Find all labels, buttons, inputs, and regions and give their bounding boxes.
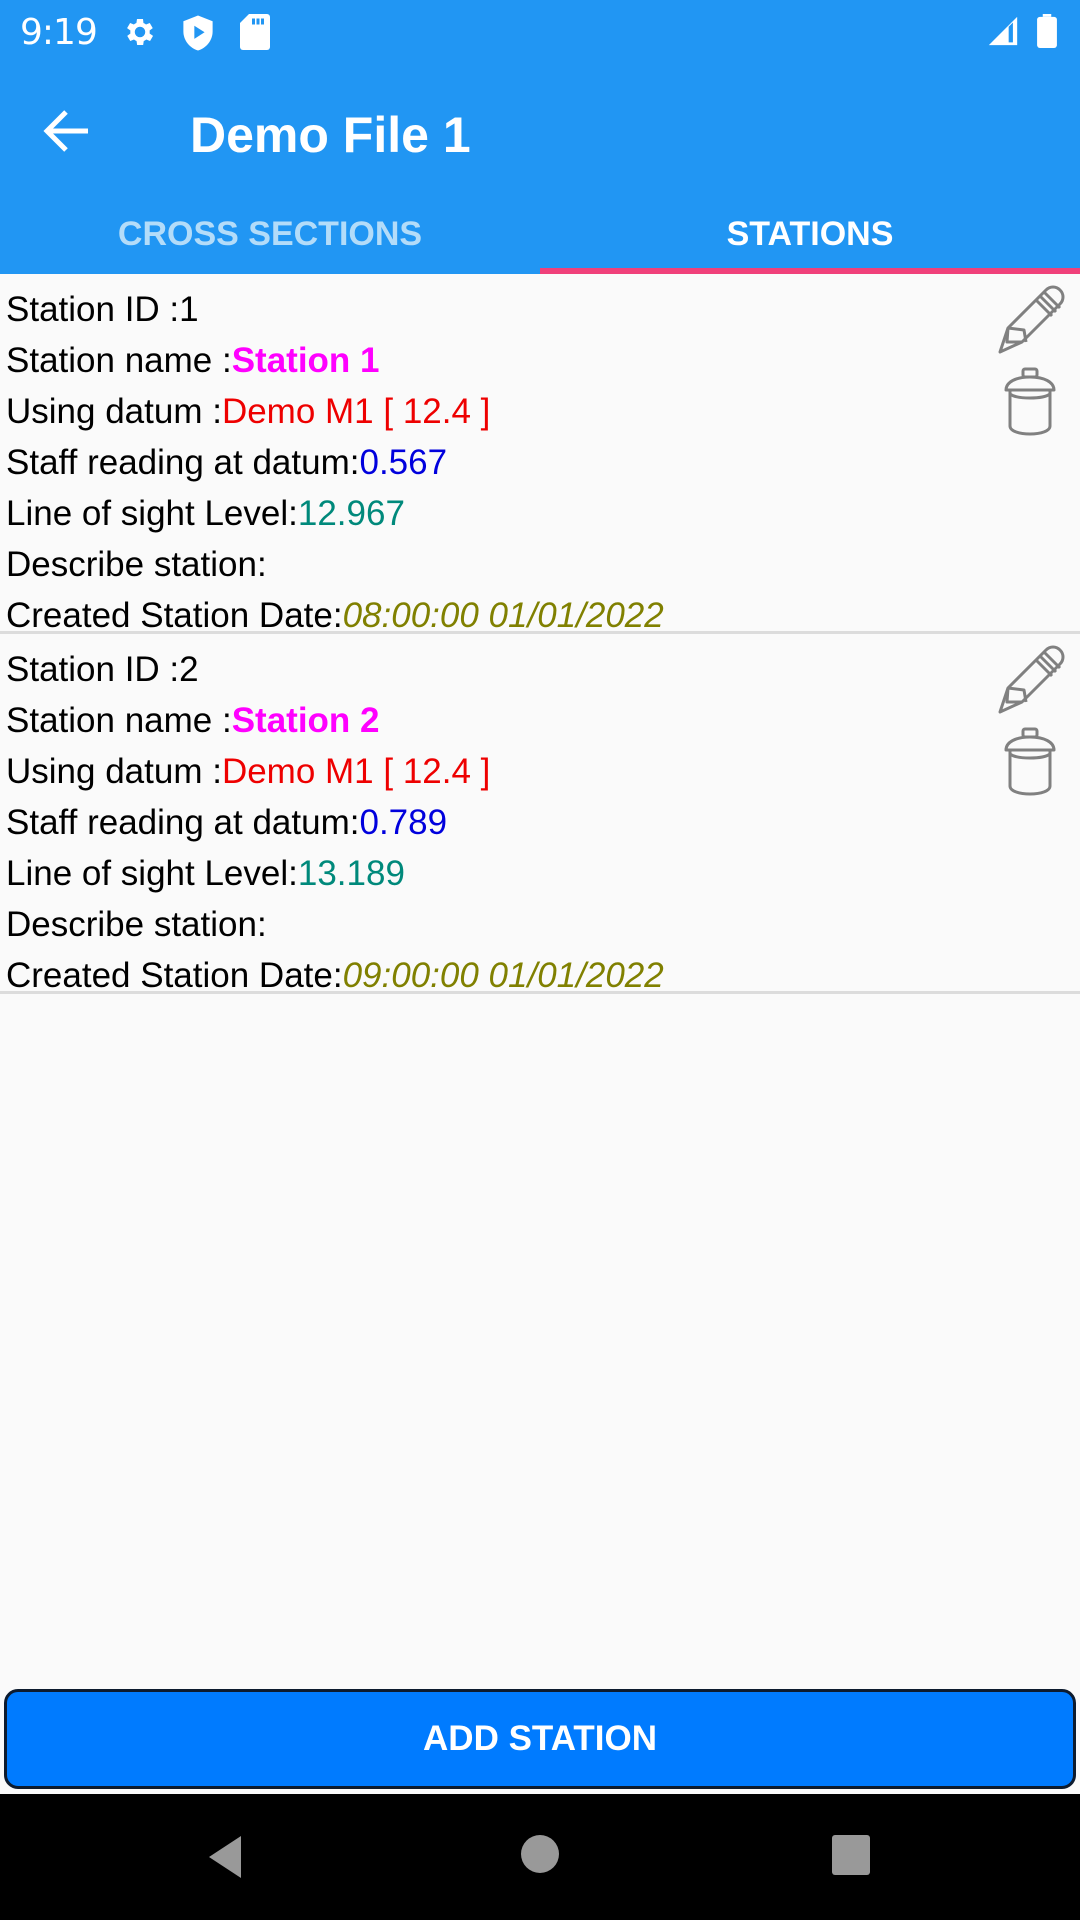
station-name-row: Station name :Station 2 <box>0 695 1080 746</box>
station-id-label: Station ID : <box>6 290 180 329</box>
tab-stations[interactable]: STATIONS <box>540 204 1080 274</box>
line-of-sight-row: Line of sight Level:12.967 <box>0 488 1080 539</box>
datum-value: Demo M1 [ 12.4 ] <box>221 392 491 431</box>
station-name-value: Station 2 <box>231 701 380 740</box>
station-name-label: Station name : <box>6 701 232 740</box>
staff-reading-value: 0.789 <box>359 803 448 842</box>
nav-back-icon[interactable] <box>205 1834 245 1880</box>
battery-icon <box>1037 14 1057 48</box>
status-bar: 9:19 <box>0 0 1080 64</box>
shield-play-icon <box>183 15 213 51</box>
datum-label: Using datum : <box>6 752 222 791</box>
edit-station-button[interactable] <box>994 282 1070 358</box>
station-card: Station ID :2 Station name :Station 2 Us… <box>0 634 1080 995</box>
station-id-label: Station ID : <box>6 650 180 689</box>
station-name-value: Station 1 <box>231 341 380 380</box>
line-of-sight-row: Line of sight Level:13.189 <box>0 848 1080 899</box>
line-of-sight-value: 12.967 <box>297 494 405 533</box>
staff-reading-value: 0.567 <box>359 443 448 482</box>
station-card: Station ID :1 Station name :Station 1 Us… <box>0 274 1080 635</box>
page-title: Demo File 1 <box>190 107 471 163</box>
datum-value: Demo M1 [ 12.4 ] <box>221 752 491 791</box>
trash-icon <box>1004 367 1056 436</box>
station-id-row: Station ID :2 <box>0 644 1080 695</box>
station-name-label: Station name : <box>6 341 232 380</box>
add-station-button[interactable]: ADD STATION <box>4 1689 1076 1789</box>
nav-recents-icon[interactable] <box>831 1834 871 1876</box>
delete-station-button[interactable] <box>1002 366 1058 436</box>
created-date-label: Created Station Date: <box>6 596 343 635</box>
describe-row: Describe station: <box>0 899 1080 950</box>
trash-icon <box>1004 727 1056 796</box>
signal-icon <box>988 16 1018 46</box>
station-list: Station ID :1 Station name :Station 1 Us… <box>0 274 1080 995</box>
created-date-value: 08:00:00 01/01/2022 <box>342 596 664 635</box>
sd-card-icon <box>240 14 270 50</box>
delete-station-button[interactable] <box>1002 726 1058 796</box>
staff-reading-label: Staff reading at datum: <box>6 443 360 482</box>
line-of-sight-value: 13.189 <box>297 854 405 893</box>
line-of-sight-label: Line of sight Level: <box>6 494 298 533</box>
describe-row: Describe station: <box>0 539 1080 590</box>
station-id-value: 2 <box>179 650 199 689</box>
edit-station-button[interactable] <box>994 642 1070 718</box>
datum-row: Using datum :Demo M1 [ 12.4 ] <box>0 386 1080 437</box>
staff-reading-row: Staff reading at datum:0.567 <box>0 437 1080 488</box>
status-time: 9:19 <box>20 12 98 53</box>
line-of-sight-label: Line of sight Level: <box>6 854 298 893</box>
station-id-row: Station ID :1 <box>0 284 1080 335</box>
nav-home-icon[interactable] <box>520 1834 560 1874</box>
gear-icon <box>127 18 154 46</box>
pencil-icon <box>998 285 1065 354</box>
app-bar: Demo File 1 CROSS SECTIONS STATIONS <box>0 64 1080 274</box>
created-date-value: 09:00:00 01/01/2022 <box>342 956 664 995</box>
describe-label: Describe station: <box>6 905 267 944</box>
back-button[interactable] <box>42 108 102 158</box>
created-date-label: Created Station Date: <box>6 956 343 995</box>
staff-reading-label: Staff reading at datum: <box>6 803 360 842</box>
tab-bar: CROSS SECTIONS STATIONS <box>0 204 1080 274</box>
staff-reading-row: Staff reading at datum:0.789 <box>0 797 1080 848</box>
system-nav-bar <box>0 1794 1080 1920</box>
datum-label: Using datum : <box>6 392 222 431</box>
describe-label: Describe station: <box>6 545 267 584</box>
created-date-row: Created Station Date:09:00:00 01/01/2022 <box>0 950 1080 1001</box>
arrow-left-icon <box>43 110 88 152</box>
datum-row: Using datum :Demo M1 [ 12.4 ] <box>0 746 1080 797</box>
station-id-value: 1 <box>179 290 199 329</box>
pencil-icon <box>998 645 1065 714</box>
tab-cross-sections[interactable]: CROSS SECTIONS <box>0 204 540 274</box>
station-name-row: Station name :Station 1 <box>0 335 1080 386</box>
